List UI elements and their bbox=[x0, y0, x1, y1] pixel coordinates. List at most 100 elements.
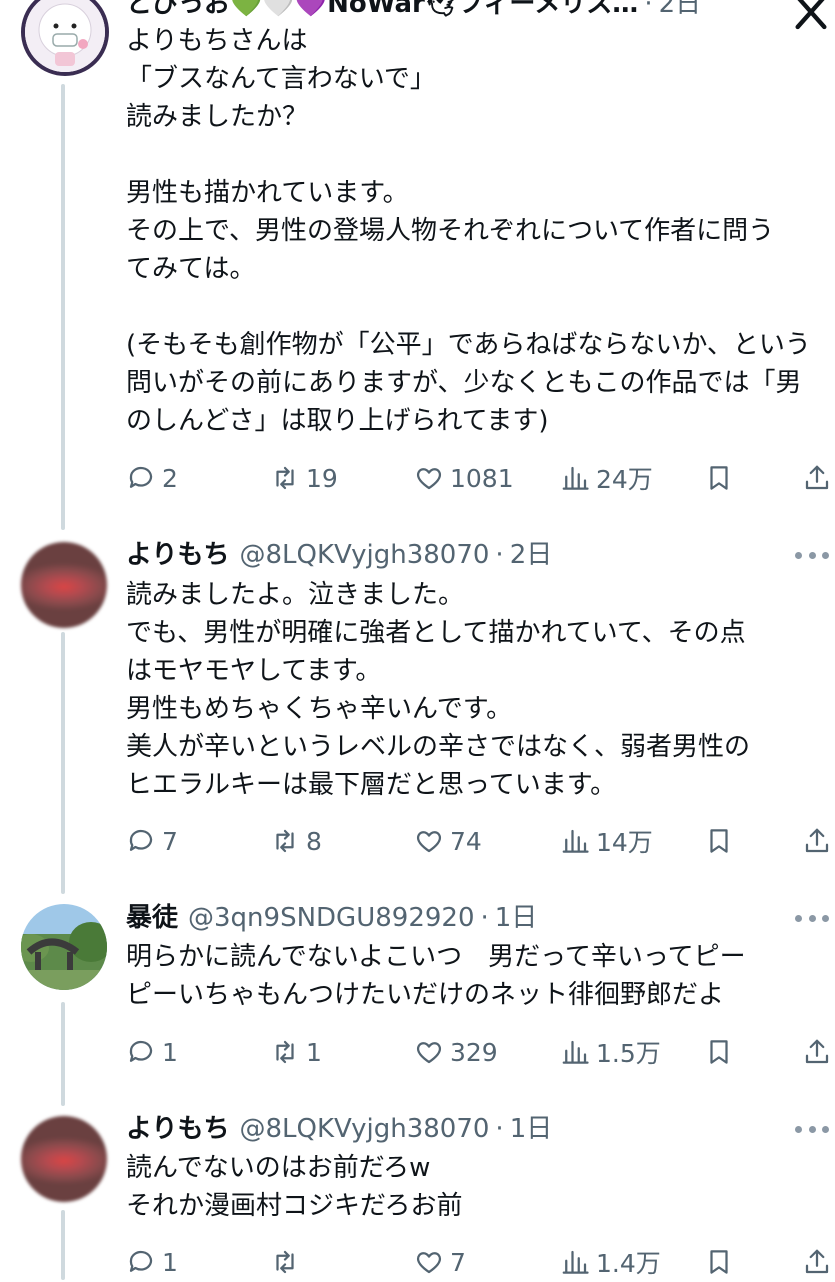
share-button[interactable] bbox=[802, 458, 832, 498]
like-button[interactable]: 329 bbox=[414, 1032, 498, 1072]
reply-icon bbox=[129, 1250, 153, 1272]
text-line: 男性も描かれています。 bbox=[126, 178, 409, 208]
post-header: とびっお💚🤍💜NoWar🕊フィーメリス… · 2日 bbox=[126, 0, 701, 22]
display-name[interactable]: よりもち bbox=[126, 1111, 229, 1147]
timestamp[interactable]: 1日 bbox=[510, 1111, 553, 1147]
avatar[interactable] bbox=[21, 1116, 107, 1202]
share-icon bbox=[805, 465, 829, 490]
display-name[interactable]: 暴徒 bbox=[126, 900, 178, 936]
like-button[interactable]: 1081 bbox=[414, 458, 514, 498]
reply-icon bbox=[129, 829, 153, 851]
reply-icon bbox=[129, 466, 153, 488]
like-button[interactable]: 74 bbox=[414, 821, 482, 861]
reply-button[interactable]: 1 bbox=[126, 1242, 178, 1282]
separator-dot: · bbox=[644, 0, 653, 19]
user-handle[interactable]: @3qn9SNDGU892920 bbox=[188, 900, 474, 936]
repost-button[interactable]: 8 bbox=[270, 821, 322, 861]
landscape-avatar-icon bbox=[21, 904, 107, 990]
reply-count: 2 bbox=[162, 463, 178, 493]
more-options-button[interactable] bbox=[795, 913, 829, 923]
repost-icon bbox=[276, 1250, 294, 1274]
bookmark-button[interactable] bbox=[704, 458, 734, 498]
reply-count: 7 bbox=[162, 826, 178, 856]
reply-button[interactable]: 7 bbox=[126, 821, 178, 861]
repost-icon bbox=[276, 466, 294, 490]
text-line: 男性もめちゃくちゃ辛いんです。 bbox=[126, 694, 513, 724]
share-button[interactable] bbox=[802, 1242, 832, 1282]
repost-count: 1 bbox=[306, 1037, 322, 1067]
text-line: でも、男性が明確に強者として描かれていて、その点 bbox=[126, 618, 746, 648]
view-count: 1.5万 bbox=[596, 1039, 661, 1068]
bookmark-icon bbox=[710, 1250, 728, 1274]
post-text: 明らかに読んでないよこいつ 男だって辛いってピー ピーいちゃもんつけたいだけのネ… bbox=[126, 938, 826, 1014]
post-header: よりもち @8LQKVyjgh38070 · 2日 bbox=[126, 537, 552, 573]
share-icon bbox=[805, 1039, 829, 1064]
reply-button[interactable]: 1 bbox=[126, 1032, 178, 1072]
share-button[interactable] bbox=[802, 1032, 832, 1072]
reply-icon bbox=[129, 1040, 153, 1062]
bookmark-icon bbox=[710, 829, 728, 853]
bookmark-button[interactable] bbox=[704, 1032, 734, 1072]
views-button[interactable]: 14万 bbox=[560, 821, 653, 861]
dot-icon bbox=[822, 551, 829, 559]
more-options-button[interactable] bbox=[795, 1124, 829, 1134]
user-handle[interactable]: @8LQKVyjgh38070 bbox=[239, 1111, 489, 1147]
action-bar: 2 19 1081 24万 bbox=[0, 458, 835, 498]
bookmark-button[interactable] bbox=[704, 1242, 734, 1282]
share-button[interactable] bbox=[802, 821, 832, 861]
avatar[interactable] bbox=[21, 0, 109, 76]
bookmark-button[interactable] bbox=[704, 821, 734, 861]
post-header: よりもち @8LQKVyjgh38070 · 1日 bbox=[126, 1111, 552, 1147]
repost-button[interactable]: 19 bbox=[270, 458, 338, 498]
repost-icon bbox=[276, 829, 294, 853]
timestamp[interactable]: 1日 bbox=[495, 900, 538, 936]
text-line: 問いがその前にありますが、少なくともこの作品では「男 bbox=[126, 368, 802, 398]
repost-icon bbox=[276, 1040, 294, 1064]
post-1: とびっお💚🤍💜NoWar🕊フィーメリス… · 2日 よりもちさんは 「ブスなんて… bbox=[0, 0, 835, 530]
reply-count: 1 bbox=[162, 1037, 178, 1067]
more-options-button[interactable] bbox=[795, 550, 829, 560]
text-line: (そもそも創作物が「公平」であらねばならないか、という bbox=[126, 330, 811, 360]
views-button[interactable]: 1.5万 bbox=[560, 1032, 661, 1072]
reply-button[interactable]: 2 bbox=[126, 458, 178, 498]
views-chart-icon bbox=[562, 466, 589, 490]
like-button[interactable]: 7 bbox=[414, 1242, 466, 1282]
post-text: よりもちさんは 「ブスなんて言わないで」 読みましたか？ 男性も描かれています。… bbox=[126, 22, 826, 440]
text-line: てみては。 bbox=[126, 254, 256, 284]
views-chart-icon bbox=[562, 1250, 589, 1274]
text-line: ピーいちゃもんつけたいだけのネット徘徊野郎だよ bbox=[126, 980, 725, 1010]
heart-icon bbox=[416, 1252, 442, 1274]
timestamp[interactable]: 2日 bbox=[659, 0, 702, 22]
post-header: 暴徒 @3qn9SNDGU892920 · 1日 bbox=[126, 900, 537, 936]
views-button[interactable]: 24万 bbox=[560, 458, 653, 498]
avatar[interactable] bbox=[21, 542, 107, 628]
repost-button[interactable] bbox=[270, 1242, 306, 1282]
display-name[interactable]: よりもち bbox=[126, 537, 229, 573]
text-line: のしんどさ」は取り上げられてます) bbox=[126, 406, 549, 436]
post-text: 読んでないのはお前だろw それか漫画村コジキだろお前 bbox=[126, 1149, 826, 1225]
views-chart-icon bbox=[562, 829, 589, 853]
display-name[interactable]: とびっお💚🤍💜NoWar🕊フィーメリス… bbox=[126, 0, 638, 22]
bookmark-icon bbox=[710, 1040, 728, 1064]
post-3: 暴徒 @3qn9SNDGU892920 · 1日 明らかに読んでないよこいつ 男… bbox=[0, 894, 835, 1106]
views-button[interactable]: 1.4万 bbox=[560, 1242, 661, 1282]
user-handle[interactable]: @8LQKVyjgh38070 bbox=[239, 537, 489, 573]
timestamp[interactable]: 2日 bbox=[510, 537, 553, 573]
view-count: 1.4万 bbox=[596, 1249, 661, 1278]
repost-count: 19 bbox=[306, 463, 338, 493]
text-line: 読んでないのはお前だろw bbox=[126, 1153, 431, 1183]
text-line: 「ブスなんて言わないで」 bbox=[126, 64, 436, 94]
like-count: 1081 bbox=[450, 463, 514, 493]
text-line: よりもちさんは bbox=[126, 26, 308, 56]
heart-icon bbox=[416, 468, 442, 490]
avatar[interactable] bbox=[21, 904, 107, 990]
character-avatar-icon bbox=[25, 0, 105, 72]
dot-icon bbox=[808, 551, 816, 559]
repost-button[interactable]: 1 bbox=[270, 1032, 322, 1072]
action-bar: 1 1 329 1.5万 bbox=[0, 1032, 835, 1072]
like-count: 329 bbox=[450, 1037, 498, 1067]
text-line: その上で、男性の登場人物それぞれについて作者に問う bbox=[126, 216, 775, 246]
view-count: 14万 bbox=[596, 828, 653, 857]
text-line: 明らかに読んでないよこいつ 男だって辛いってピー bbox=[126, 942, 746, 972]
dot-icon bbox=[808, 914, 816, 922]
